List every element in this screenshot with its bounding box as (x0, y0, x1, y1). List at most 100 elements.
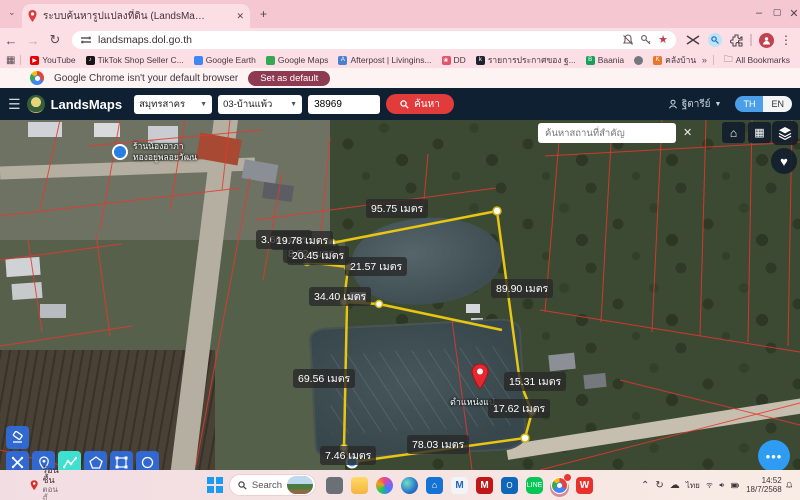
file-explorer-icon[interactable] (351, 477, 368, 494)
user-name: ฐิตารีย์ (682, 97, 711, 112)
map-search-input[interactable] (538, 123, 676, 143)
hamburger-menu-icon[interactable]: ☰ (8, 96, 21, 113)
windows-start-button[interactable] (207, 477, 223, 493)
line-icon[interactable]: LINE (526, 477, 543, 494)
edge-icon[interactable] (401, 477, 418, 494)
menu-kebab-icon[interactable]: ⋮ (780, 33, 792, 47)
all-bookmarks-label: All Bookmarks (736, 55, 790, 65)
measurement-label: 21.57 เมตร (345, 257, 407, 276)
search-extension-icon[interactable] (708, 33, 722, 47)
taskbar-search-label: Search (252, 480, 282, 491)
tool-eraser-button[interactable] (6, 426, 29, 449)
profile-avatar[interactable] (759, 33, 774, 48)
language-toggle: TH EN (735, 96, 792, 112)
district-select[interactable]: 03-บ้านแพ้ว▼ (218, 95, 302, 114)
window-maximize-button[interactable]: ▢ (770, 7, 784, 18)
poi-blue-icon[interactable] (112, 144, 128, 160)
tray-date: 18/7/2568 (746, 485, 782, 494)
outlook-icon[interactable]: O (501, 477, 518, 494)
bookmarks-overflow-chevron[interactable]: » (702, 55, 707, 65)
bookmark-item[interactable]: kรายการประกาศของ ฐ... (472, 53, 580, 67)
bookmark-label: Google Earth (206, 55, 256, 65)
parcel-number-input[interactable] (308, 95, 380, 114)
tool-measure-button[interactable] (6, 451, 29, 470)
tray-cloud-icon[interactable]: ☁ (670, 480, 680, 491)
tool-circle-button[interactable] (136, 451, 159, 470)
window-close-button[interactable]: ✕ (787, 7, 800, 20)
bookmark-item[interactable]: Google Earth (190, 55, 260, 65)
microsoft-store-icon[interactable]: ⌂ (426, 477, 443, 494)
bookmark-item[interactable]: Google Maps (262, 55, 333, 65)
tab-search-chevron-icon[interactable]: ⌄ (8, 7, 16, 18)
mcafee-icon[interactable]: M (476, 477, 493, 494)
bookmark-item[interactable]: AAfterpost | Livingins... (334, 55, 435, 65)
chrome-taskbar-icon[interactable] (551, 477, 568, 494)
user-menu[interactable]: ฐิตารีย์ ▼ (668, 97, 722, 112)
lang-en-button[interactable]: EN (763, 96, 792, 112)
measurement-label: 20.45 เมตร (287, 246, 349, 265)
header-search-button[interactable]: ค้นหา (386, 94, 454, 114)
taskbar-search[interactable]: Search (229, 474, 316, 496)
measurement-label: 17.62 เมตร (488, 399, 550, 418)
extensions-puzzle-icon[interactable] (730, 34, 743, 47)
taskbar-desktop-icon[interactable] (326, 477, 343, 494)
browser-tab[interactable]: ระบบค้นหารูปแปลงที่ดิน (LandsMa… ✕ (22, 4, 250, 28)
lang-th-button[interactable]: TH (735, 96, 763, 112)
battery-icon[interactable] (731, 481, 739, 490)
site-info-icon[interactable] (80, 34, 92, 46)
cast-icon[interactable] (686, 34, 700, 46)
passkey-icon[interactable] (640, 34, 652, 46)
polygon-icon (89, 456, 103, 469)
wifi-icon[interactable] (706, 480, 713, 490)
bookmark-item[interactable]: BBaania (582, 55, 628, 65)
province-select[interactable]: สมุทรสาคร ▼ (134, 95, 212, 114)
map-grid-button[interactable]: ▦ (748, 122, 771, 143)
tray-language-indicator[interactable]: ไทย (686, 479, 700, 492)
window-minimize-button[interactable]: – (752, 7, 766, 19)
bookmark-item[interactable] (630, 56, 647, 65)
wps-icon[interactable]: W (576, 477, 593, 494)
bookmark-favicon (634, 56, 643, 65)
tool-rectangle-button[interactable] (110, 451, 133, 470)
map-search-clear-icon[interactable]: ✕ (683, 126, 692, 139)
tab-close-icon[interactable]: ✕ (236, 11, 244, 22)
tray-sync-icon[interactable]: ↻ (655, 480, 663, 491)
set-as-default-button[interactable]: Set as default (248, 71, 330, 86)
forward-icon[interactable]: → (22, 33, 44, 48)
notifications-blocked-icon[interactable] (622, 34, 634, 46)
taskbar-clock[interactable]: 14:52 18/7/2568 (746, 476, 782, 494)
reload-icon[interactable]: ↻ (44, 32, 66, 48)
volume-icon[interactable] (719, 480, 725, 490)
search-button-label: ค้นหา (414, 97, 440, 112)
province-value: สมุทรสาคร (139, 97, 185, 112)
map-layers-button[interactable] (772, 121, 798, 145)
bookmark-item[interactable]: Kคลังบ้าน (649, 53, 698, 67)
folder-icon: 🗀 (724, 52, 733, 68)
bookmark-item[interactable]: ♪TikTok Shop Seller C... (82, 55, 188, 65)
map-home-button[interactable]: ⌂ (722, 122, 745, 143)
chevron-down-icon: ▼ (290, 101, 297, 108)
tray-expand-icon[interactable]: ⌃ (641, 480, 649, 491)
bookmark-star-icon[interactable]: ★ (658, 35, 668, 45)
bookmark-item[interactable]: ❀DD (438, 55, 470, 65)
address-bar[interactable]: landsmaps.dol.go.th ★ (72, 31, 676, 49)
chat-fab-button[interactable]: ••• (758, 440, 790, 470)
chevron-down-icon: ▼ (200, 101, 207, 108)
notification-bell-icon[interactable] (786, 479, 792, 491)
bookmark-item[interactable]: ▶YouTube (26, 55, 79, 65)
parcel-position-pin-icon (471, 364, 489, 390)
landsmaps-header: ☰ LandsMaps สมุทรสาคร▼ 03-บ้านแพ้ว▼ ค้นห… (0, 88, 800, 120)
bookmark-favicon (194, 56, 203, 65)
apps-grid-icon[interactable]: ▦ (6, 55, 15, 66)
new-tab-button[interactable]: + (260, 7, 267, 21)
map-favorite-button[interactable]: ♥ (771, 148, 797, 174)
back-icon[interactable]: ← (0, 33, 22, 48)
bookmark-favicon: ▶ (30, 56, 39, 65)
all-bookmarks-button[interactable]: 🗀 All Bookmarks (720, 52, 794, 68)
tool-polygon-button[interactable] (84, 451, 107, 470)
search-icon (400, 100, 409, 109)
satellite-map[interactable]: ร้านน้องอาภา ทองอยู่พลอยวัฒน ตำแหน่งแป 9… (0, 120, 800, 470)
weather-widget[interactable]: ร้อนชื้น ตอนนี้ (30, 465, 62, 500)
m-app-icon[interactable]: M (451, 477, 468, 494)
photos-icon[interactable] (376, 477, 393, 494)
